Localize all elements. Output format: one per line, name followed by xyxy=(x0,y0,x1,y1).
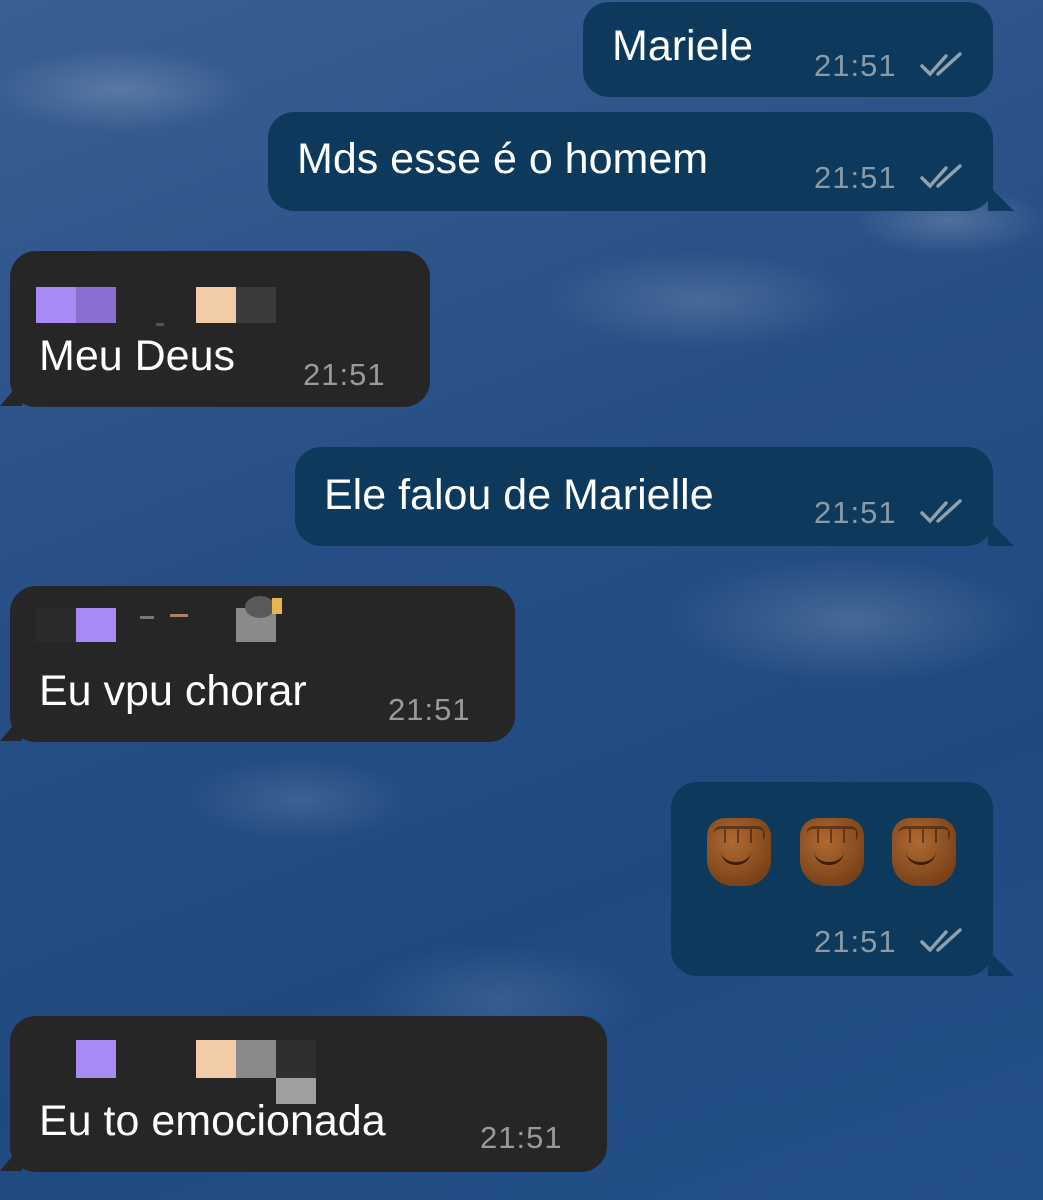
double-check-icon xyxy=(920,164,962,189)
redacted-sender-name xyxy=(10,251,430,331)
bubble-tail xyxy=(988,520,1014,546)
double-check-icon xyxy=(920,499,962,524)
message-text: Mariele xyxy=(612,22,753,70)
raised-fist-icon xyxy=(707,818,771,886)
message-time: 21:51 xyxy=(814,495,897,530)
message-time: 21:51 xyxy=(303,357,386,392)
message-bubble-outgoing[interactable]: Mariele 21:51 xyxy=(583,2,993,97)
bubble-tail xyxy=(988,950,1014,976)
raised-fist-icon xyxy=(892,818,956,886)
message-bubble-outgoing[interactable]: Ele falou de Marielle 21:51 xyxy=(295,447,993,546)
redacted-sender-name xyxy=(10,1016,607,1106)
message-text: Eu to emocionada xyxy=(39,1097,386,1145)
message-text: Ele falou de Marielle xyxy=(324,471,714,519)
message-bubble-outgoing[interactable]: Mds esse é o homem 21:51 xyxy=(268,112,993,211)
double-check-icon xyxy=(920,928,962,953)
message-time: 21:51 xyxy=(814,48,897,83)
message-text: Meu Deus xyxy=(39,332,235,380)
message-bubble-incoming[interactable]: Eu to emocionada 21:51 xyxy=(10,1016,607,1172)
message-bubble-incoming[interactable]: Eu vpu chorar 21:51 xyxy=(10,586,515,742)
raised-fist-icon xyxy=(800,818,864,886)
message-time: 21:51 xyxy=(388,692,471,727)
message-time: 21:51 xyxy=(480,1120,563,1155)
message-text: Mds esse é o homem xyxy=(297,135,709,183)
message-time: 21:51 xyxy=(814,160,897,195)
message-bubble-incoming[interactable]: Meu Deus 21:51 xyxy=(10,251,430,407)
message-text: Eu vpu chorar xyxy=(39,667,307,715)
message-bubble-outgoing[interactable]: 21:51 xyxy=(671,782,993,976)
message-time: 21:51 xyxy=(814,924,897,959)
redacted-sender-name xyxy=(10,586,515,666)
double-check-icon xyxy=(920,52,962,77)
